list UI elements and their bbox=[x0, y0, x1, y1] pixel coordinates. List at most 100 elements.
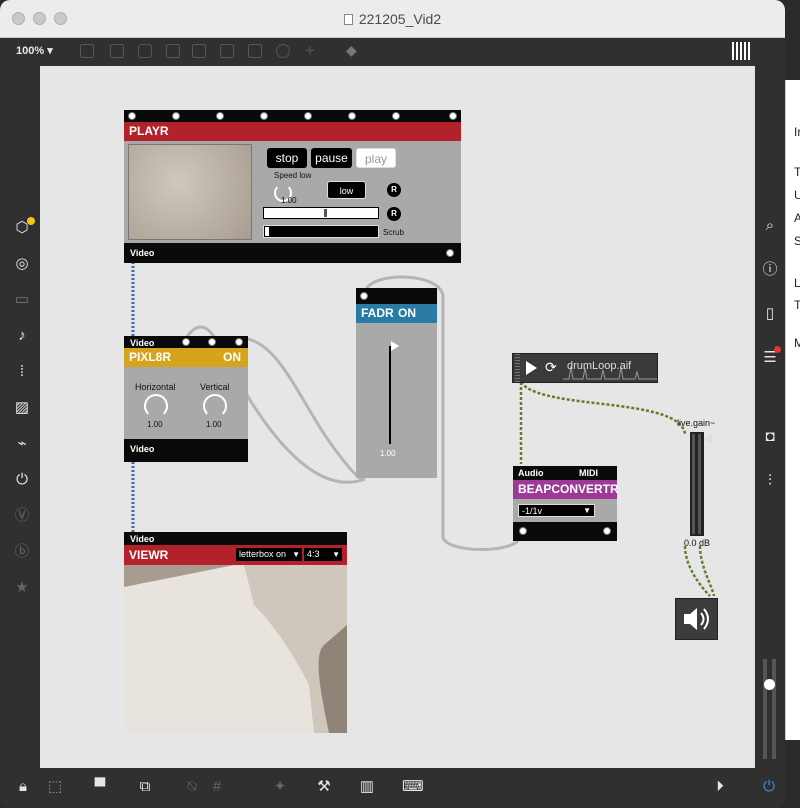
window-icon[interactable]: ▭ bbox=[14, 292, 30, 308]
position-slider-handle[interactable] bbox=[324, 209, 327, 217]
viewr-title-bar: VIEWR letterbox on ▼ 4:3 ▼ bbox=[124, 545, 347, 565]
playr-inlet-4[interactable] bbox=[260, 112, 268, 120]
playr-device[interactable]: PLAYR stop pause play Speed low 1.00 low… bbox=[124, 110, 461, 263]
windows-icon[interactable]: ⧉ bbox=[136, 778, 154, 796]
vertical-value: 1.00 bbox=[206, 420, 222, 429]
star-icon[interactable]: ★ bbox=[14, 580, 30, 596]
playr-inlet-7[interactable] bbox=[392, 112, 400, 120]
add-object-icon[interactable]: + bbox=[305, 41, 315, 61]
wrench-icon[interactable]: ⚒ bbox=[315, 778, 333, 796]
v-icon[interactable]: Ⓥ bbox=[14, 508, 30, 524]
slider-icon[interactable] bbox=[248, 44, 262, 58]
paint-bucket-icon[interactable]: ◆ bbox=[346, 42, 357, 59]
low-button[interactable]: low bbox=[327, 181, 366, 199]
presentation-icon[interactable] bbox=[80, 44, 94, 58]
play-button[interactable]: play bbox=[356, 148, 396, 168]
beap-title: BEAPCONVERTR bbox=[513, 480, 619, 499]
cable-player-gain[interactable] bbox=[519, 381, 687, 435]
cable-gain-dac-l[interactable] bbox=[683, 545, 711, 597]
master-volume-knob[interactable] bbox=[764, 679, 775, 690]
hide-icon[interactable]: ⍉ bbox=[183, 778, 201, 796]
transport-play-icon[interactable]: ⏵ bbox=[711, 778, 729, 796]
search-icon[interactable]: ⌕ bbox=[761, 217, 779, 235]
mixer-icon[interactable]: ⫶ bbox=[761, 472, 779, 490]
vertical-label: Vertical bbox=[200, 382, 230, 392]
music-note-icon[interactable]: ♪ bbox=[14, 328, 30, 344]
target-icon[interactable]: ◎ bbox=[14, 256, 30, 272]
info-icon[interactable]: ⓘ bbox=[761, 261, 779, 279]
reset-speed-button[interactable]: R bbox=[387, 183, 401, 197]
playr-inlet-5[interactable] bbox=[304, 112, 312, 120]
audio-player-object[interactable]: ⟳ drumLoop.aif bbox=[512, 353, 658, 383]
camera-icon[interactable]: ◘ bbox=[761, 428, 779, 446]
fadr-device[interactable]: FADR ON 1.00 bbox=[356, 288, 437, 478]
toggle-icon[interactable] bbox=[192, 44, 206, 58]
lock-icon[interactable]: 🔒︎ bbox=[14, 778, 32, 796]
beap-audio-label: Audio bbox=[518, 468, 544, 478]
presentation-mode-icon[interactable]: ▀ bbox=[91, 778, 109, 796]
bang-icon[interactable] bbox=[166, 44, 180, 58]
patcher-canvas[interactable]: PLAYR stop pause play Speed low 1.00 low… bbox=[40, 66, 755, 768]
reset-position-button[interactable]: R bbox=[387, 207, 401, 221]
select-icon[interactable]: ⬚ bbox=[46, 778, 64, 796]
speaker-icon bbox=[684, 608, 709, 630]
pause-button[interactable]: pause bbox=[311, 148, 352, 168]
playr-inlet-1[interactable] bbox=[128, 112, 136, 120]
image-icon[interactable]: ▨ bbox=[14, 400, 30, 416]
aspect-menu[interactable]: 4:3 ▼ bbox=[304, 548, 342, 561]
plug-icon[interactable]: ⏻ bbox=[14, 472, 30, 488]
grid-icon[interactable]: # bbox=[208, 778, 226, 796]
stop-button[interactable]: stop bbox=[267, 148, 307, 168]
vertical-knob[interactable] bbox=[203, 394, 227, 418]
playr-title: PLAYR bbox=[124, 122, 461, 141]
playr-preview-image bbox=[128, 144, 252, 240]
playr-inlet-8[interactable] bbox=[449, 112, 457, 120]
comment-icon[interactable] bbox=[138, 44, 152, 58]
position-slider[interactable] bbox=[263, 207, 379, 219]
piano-icon[interactable]: ▥ bbox=[358, 778, 376, 796]
pixl8r-on-toggle[interactable]: ON bbox=[223, 348, 241, 367]
playr-outlet[interactable] bbox=[446, 249, 454, 257]
fadr-on-toggle[interactable]: ON bbox=[398, 304, 416, 323]
beap-outlet-1[interactable] bbox=[519, 527, 527, 535]
keyboard-icon[interactable]: ⌨ bbox=[402, 778, 424, 796]
viewr-device[interactable]: Video VIEWR letterbox on ▼ 4:3 ▼ bbox=[124, 532, 347, 733]
playr-inlet-6[interactable] bbox=[348, 112, 356, 120]
b-icon[interactable]: ⓑ bbox=[14, 544, 30, 560]
pixl8r-inlet-2[interactable] bbox=[208, 338, 216, 346]
right-sidebar: ⌕ ⓘ ▯ ☰ ◘ ⫶ bbox=[755, 66, 785, 768]
scrub-bar[interactable] bbox=[263, 225, 379, 238]
add-device-icon[interactable]: ✦ bbox=[271, 778, 289, 796]
playr-inlet-2[interactable] bbox=[172, 112, 180, 120]
paperclip-icon[interactable]: ⌁ bbox=[14, 436, 30, 452]
book-icon[interactable]: ▯ bbox=[761, 305, 779, 323]
fadr-inlet[interactable] bbox=[360, 292, 368, 300]
play-icon[interactable] bbox=[526, 361, 537, 375]
dial-icon[interactable] bbox=[276, 44, 290, 58]
loop-icon[interactable]: ⟳ bbox=[545, 359, 557, 376]
ezdac-speaker-button[interactable] bbox=[675, 598, 718, 640]
fadr-slider-track[interactable] bbox=[389, 346, 391, 444]
fadr-slider-handle[interactable] bbox=[391, 341, 399, 351]
beap-mode-menu[interactable]: -1/1v ▼ bbox=[518, 504, 595, 517]
master-level-meter-right bbox=[772, 659, 776, 759]
number-box-icon[interactable] bbox=[220, 44, 234, 58]
pixl8r-inlet-3[interactable] bbox=[235, 338, 243, 346]
gain-slider-handle[interactable] bbox=[704, 434, 712, 444]
pixl8r-inlet-1[interactable] bbox=[182, 338, 190, 346]
grid-view-icon[interactable] bbox=[732, 42, 752, 60]
scrub-handle[interactable] bbox=[265, 227, 269, 236]
horizontal-knob[interactable] bbox=[144, 394, 168, 418]
pixl8r-device[interactable]: Video PIXL8R ON Horizontal Vertical 1.00… bbox=[124, 336, 248, 462]
beapconvertr-device[interactable]: Audio MIDI BEAPCONVERTR -1/1v ▼ bbox=[513, 466, 619, 541]
drag-handle-icon[interactable] bbox=[515, 354, 520, 382]
playr-inlet-3[interactable] bbox=[216, 112, 224, 120]
live-gain-meter[interactable] bbox=[690, 432, 704, 536]
message-box-icon[interactable] bbox=[110, 44, 124, 58]
dsp-power-icon[interactable]: ⏻ bbox=[760, 778, 778, 796]
letterbox-menu[interactable]: letterbox on ▼ bbox=[236, 548, 302, 561]
video-icon[interactable]: ⁞ bbox=[14, 364, 30, 380]
zoom-menu[interactable]: 100% ▾ bbox=[16, 44, 53, 57]
beap-midi-label: MIDI bbox=[579, 468, 598, 478]
beap-outlet-2[interactable] bbox=[603, 527, 611, 535]
